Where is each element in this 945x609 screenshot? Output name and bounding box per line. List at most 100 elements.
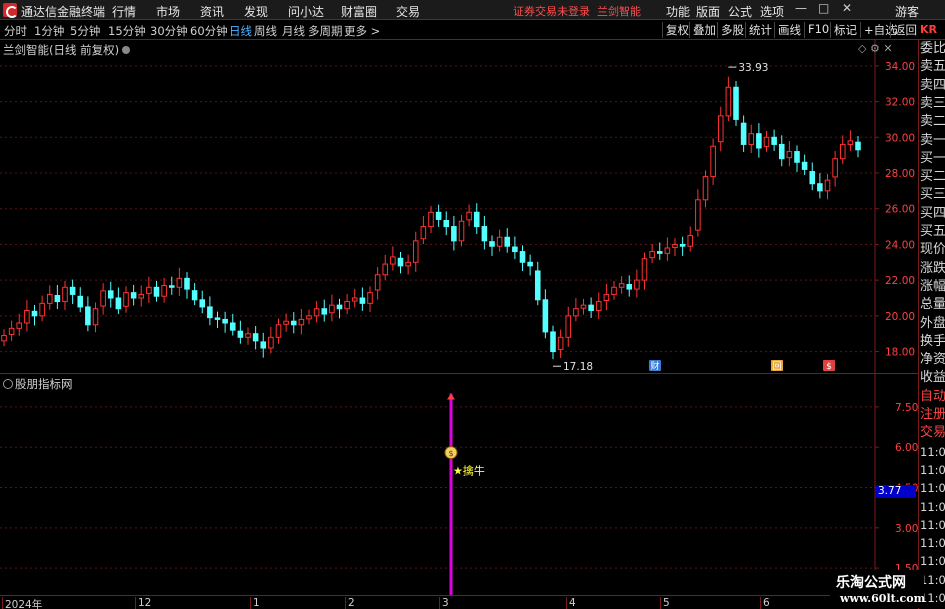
quote-field[interactable]: 自动 (920, 388, 945, 406)
menu-functions[interactable]: 功能 (666, 3, 690, 20)
candle-body (786, 151, 793, 159)
low-price-label: 17.18 (563, 361, 593, 373)
mark-button[interactable]: 标记 (830, 22, 857, 38)
collapse-icon[interactable] (3, 379, 13, 389)
candle-body (534, 270, 541, 301)
menu-quotes[interactable]: 行情 (112, 3, 136, 20)
back-button[interactable]: 返回 (890, 22, 917, 38)
indicator-chart[interactable]: 7.506.004.503.001.50$★擒牛 (0, 374, 918, 595)
quote-field: 收益 (920, 370, 945, 386)
candle-body (275, 324, 282, 338)
y-tick-label: 20.00 (885, 311, 915, 323)
quote-field: 卖四 (920, 77, 945, 93)
quote-field[interactable]: 交易 (920, 424, 945, 442)
candle-body (336, 304, 343, 310)
date-axis: 2024年 12 1 2 3 4 5 6 (0, 595, 875, 609)
candle-body (207, 306, 213, 319)
period-multi[interactable]: 多周期 (308, 23, 343, 39)
app-logo-icon (3, 3, 18, 18)
quote-field: 买二 (920, 169, 945, 185)
quote-field: 11:03 (920, 481, 945, 496)
quote-field: 卖三 (920, 95, 945, 111)
adjust-button[interactable]: 复权 (662, 22, 689, 38)
menu-formula[interactable]: 公式 (728, 3, 752, 20)
candle-body (115, 297, 122, 310)
candle-body (847, 140, 854, 145)
candle-body (39, 302, 45, 317)
overlay-button[interactable]: 叠加 (689, 22, 716, 38)
quote-field: 11:04 (920, 536, 945, 551)
minimize-icon[interactable]: — (795, 1, 807, 15)
quote-field: 委比 (920, 41, 945, 56)
candle-body (359, 297, 366, 304)
watermark-title: 乐淘公式网 (836, 575, 906, 591)
chart-header-icons[interactable]: ◇ ⚙ ✕ (858, 42, 893, 55)
quote-field[interactable]: 注册 (920, 406, 945, 424)
period-1min[interactable]: 1分钟 (34, 23, 64, 39)
candle-body (695, 199, 701, 231)
period-monthly[interactable]: 月线 (282, 23, 305, 39)
candle-body (54, 295, 61, 303)
period-weekly[interactable]: 周线 (254, 23, 277, 39)
period-intraday[interactable]: 分时 (4, 23, 27, 39)
draw-line-button[interactable]: 画线 (774, 22, 801, 38)
site-watermark: 乐淘公式网 www.60lt.com (830, 570, 925, 608)
candle-body (573, 308, 579, 317)
candle-body (542, 299, 549, 333)
period-30min[interactable]: 30分钟 (150, 23, 188, 39)
restore-icon[interactable]: □ (818, 1, 829, 15)
candle-body (756, 133, 762, 149)
settings-dot-icon[interactable] (122, 46, 131, 54)
y-tick-label: 30.00 (885, 132, 915, 144)
close-icon[interactable]: ✕ (842, 1, 852, 15)
candle-body (458, 220, 465, 242)
quote-field: 11:05 (920, 554, 945, 569)
candle-body (733, 86, 739, 120)
candle-body (153, 286, 160, 297)
candle-body (298, 318, 305, 326)
menu-wealth-circle[interactable]: 财富圈 (341, 3, 377, 20)
broker-login-status[interactable]: 证券交易未登录 兰剑智能 (513, 3, 641, 19)
date-label: 4 (566, 597, 576, 609)
period-daily[interactable]: 日线 (229, 23, 252, 39)
menu-ask-xiaoda[interactable]: 问小达 (288, 3, 324, 20)
candle-body (1, 335, 7, 342)
candlestick-chart[interactable]: 34.00 32.00 30.00 28.00 26.00 24.00 22.00 20.00… (0, 40, 918, 374)
candle-body (92, 308, 99, 326)
quote-field: 外盘 (920, 315, 945, 331)
quote-field: 买一 (920, 150, 945, 166)
date-label: 3 (439, 597, 449, 609)
menu-layout[interactable]: 版面 (696, 3, 720, 20)
money-bag-glyph: $ (448, 449, 453, 458)
candle-body (435, 211, 442, 220)
candle-body (801, 161, 808, 170)
quote-field: 11:0 (920, 444, 945, 459)
menu-discover[interactable]: 发现 (244, 3, 268, 20)
statistics-button[interactable]: 统计 (745, 22, 772, 38)
y-tick-label: 7.50 (895, 402, 918, 414)
f10-button[interactable]: F10 (804, 22, 829, 38)
candle-body (268, 336, 274, 349)
candle-body (656, 251, 663, 254)
candle-body (405, 261, 411, 267)
period-60min[interactable]: 60分钟 (190, 23, 228, 39)
period-5min[interactable]: 5分钟 (70, 23, 100, 39)
menu-market[interactable]: 市场 (156, 3, 180, 20)
candle-body (367, 292, 373, 304)
period-more[interactable]: 更多 > (344, 23, 380, 39)
period-toolbar: 分时 1分钟 5分钟 15分钟 30分钟 60分钟 日线 周线 月线 多周期 更… (0, 21, 945, 40)
period-15min[interactable]: 15分钟 (108, 23, 146, 39)
quote-field: 11:04 (920, 517, 945, 532)
candle-body (588, 304, 594, 311)
candle-body (123, 292, 129, 307)
candle-body (77, 295, 84, 308)
multi-stock-button[interactable]: 多股 (717, 22, 744, 38)
candle-body (390, 256, 396, 265)
date-label: 2024年 (2, 597, 42, 609)
menu-news[interactable]: 资讯 (200, 3, 224, 20)
quote-field: 现价 (920, 242, 945, 258)
menu-options[interactable]: 选项 (760, 3, 784, 20)
menu-trade[interactable]: 交易 (396, 3, 420, 20)
guest-account[interactable]: 游客 (895, 3, 919, 20)
candle-body (229, 322, 236, 331)
